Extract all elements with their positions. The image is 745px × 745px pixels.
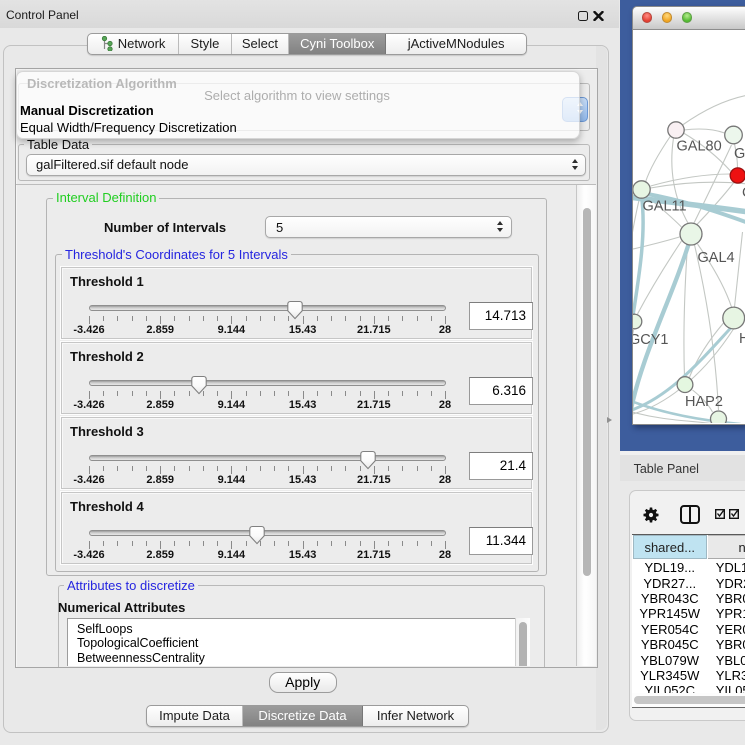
svg-text:GA: GA (734, 146, 745, 162)
svg-text:HI: HI (739, 331, 745, 347)
svg-text:HAP2: HAP2 (685, 394, 723, 410)
svg-text:GAL80: GAL80 (676, 139, 721, 155)
svg-text:GCY1: GCY1 (633, 332, 669, 348)
svg-text:GAL11: GAL11 (642, 199, 686, 215)
svg-text:CY: CY (742, 185, 745, 201)
svg-text:GAL4: GAL4 (697, 250, 734, 266)
